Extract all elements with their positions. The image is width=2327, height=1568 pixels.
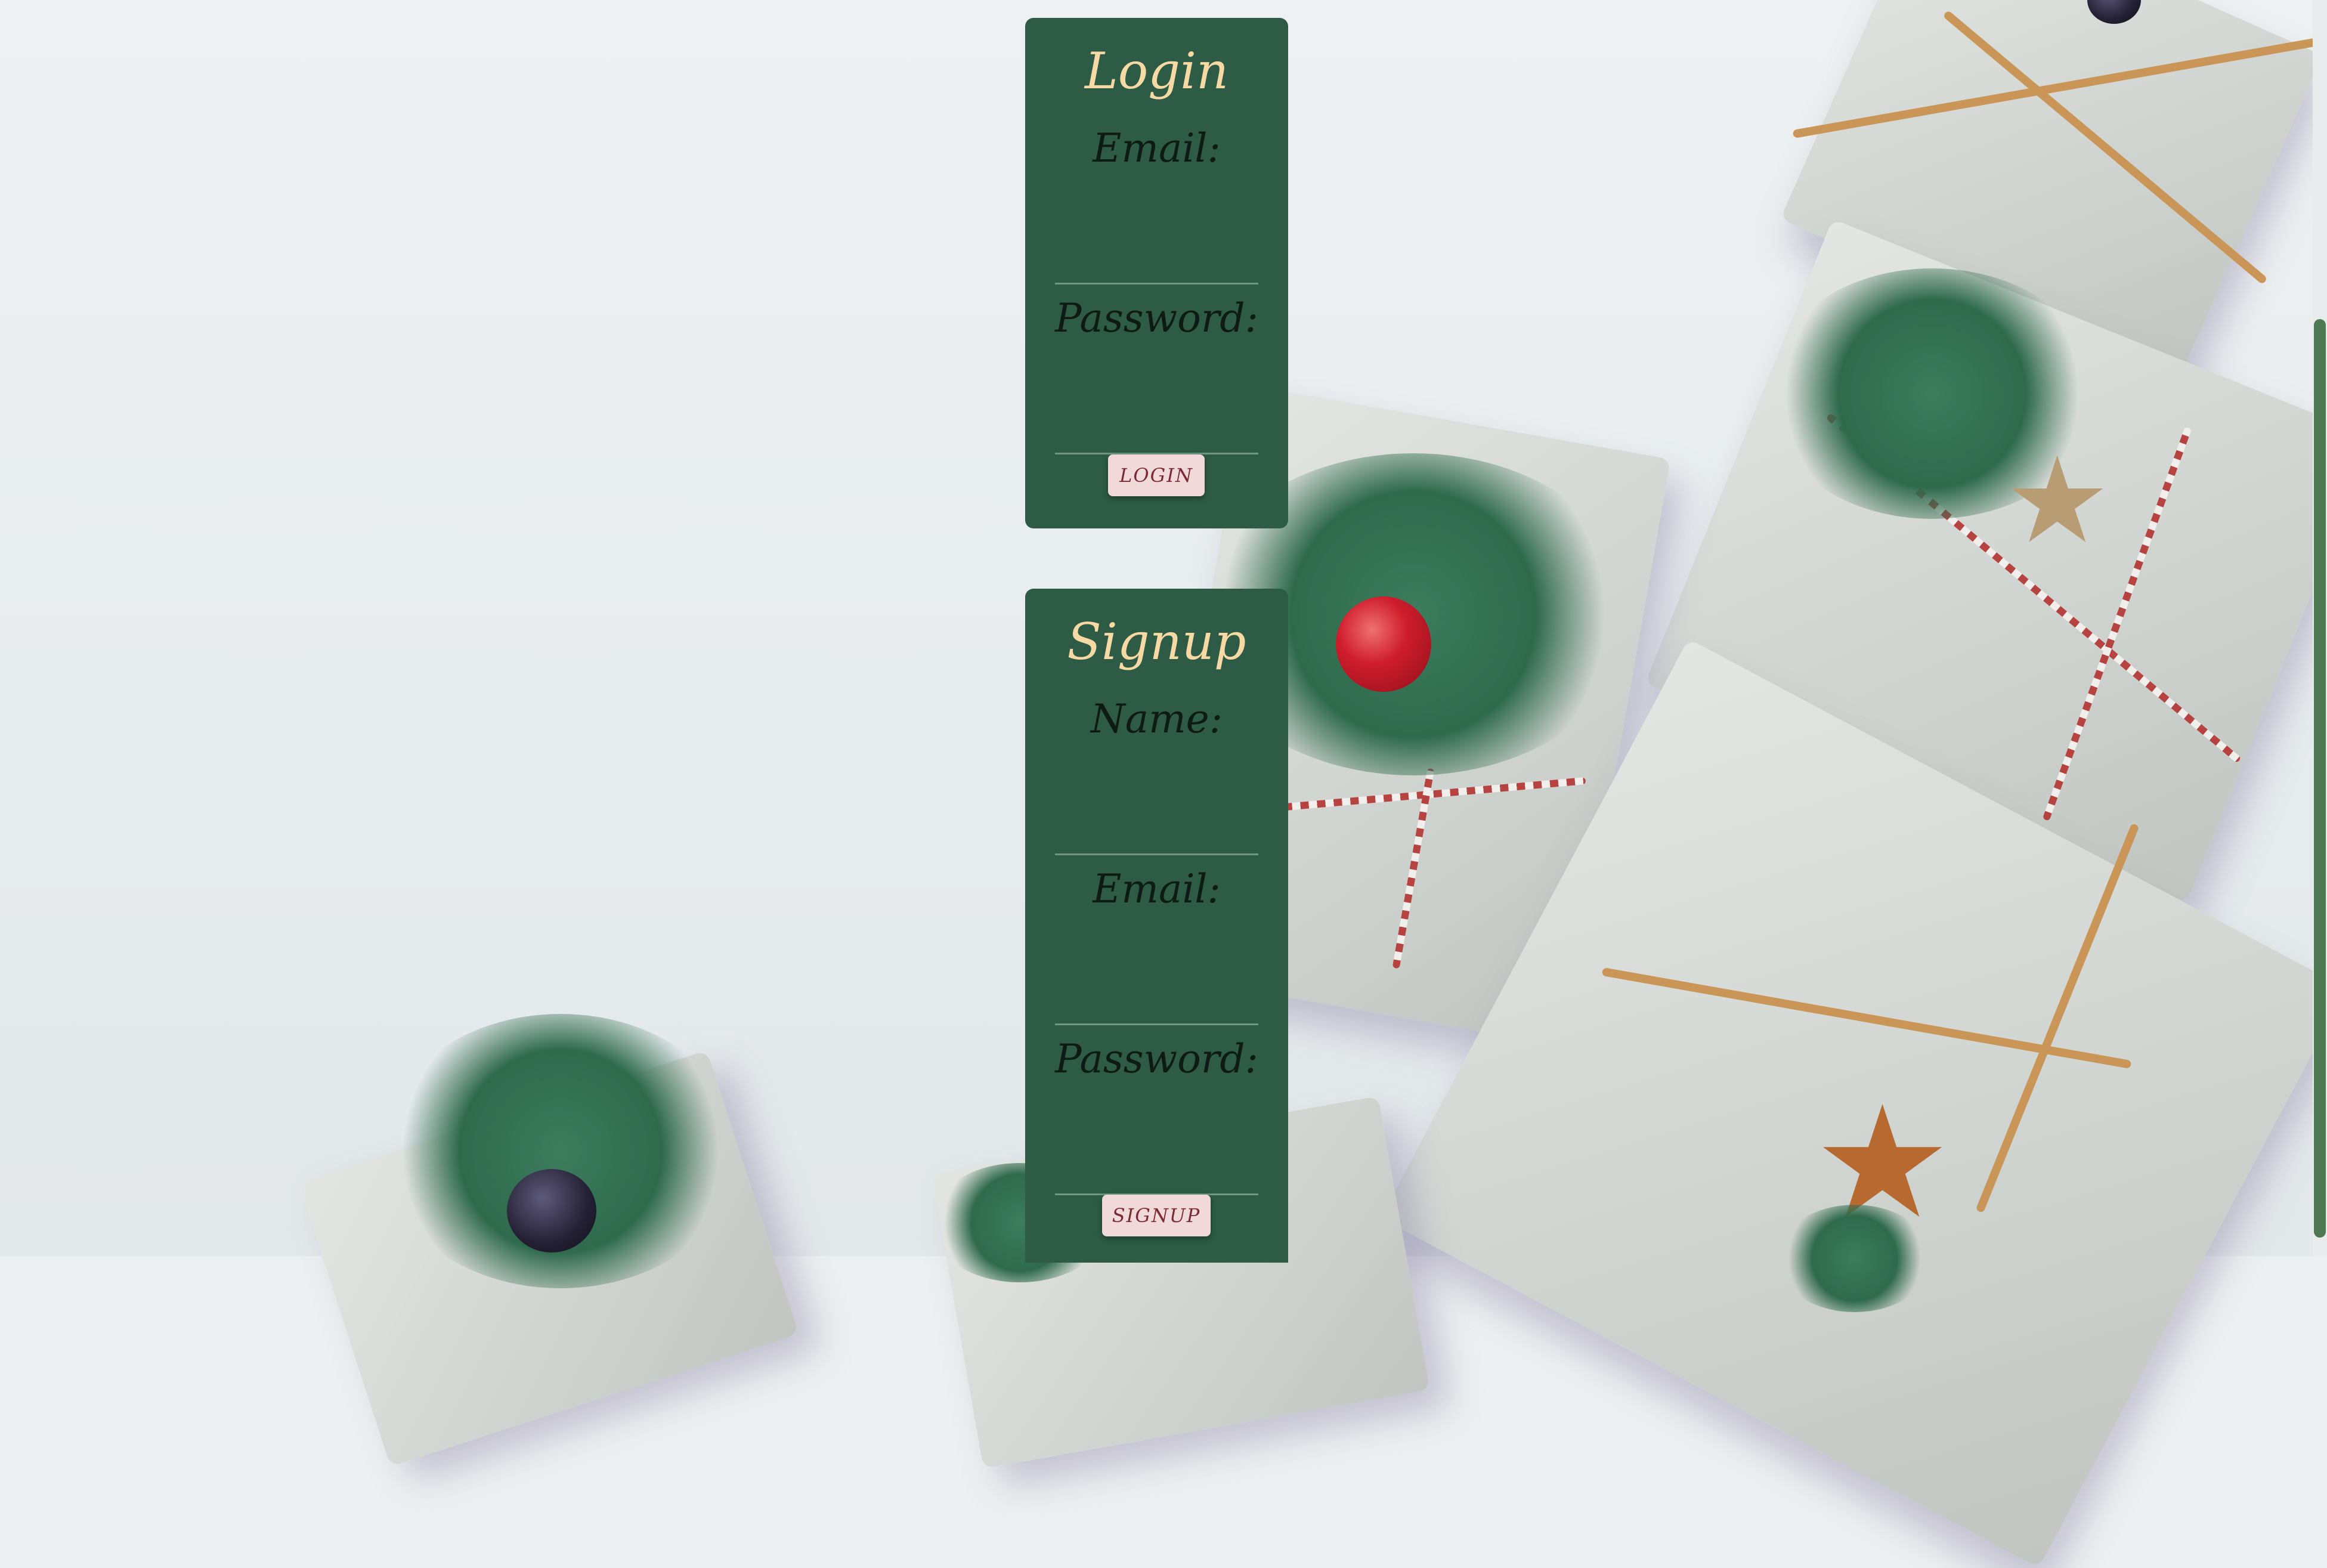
red-berry bbox=[1336, 596, 1431, 692]
login-button[interactable]: LOGIN bbox=[1108, 454, 1205, 496]
signup-button[interactable]: SIGNUP bbox=[1102, 1195, 1211, 1236]
signup-password-input[interactable] bbox=[1055, 1148, 1258, 1195]
login-password-label: Password: bbox=[1055, 295, 1258, 341]
signup-title: Signup bbox=[1067, 613, 1246, 671]
login-password-input[interactable] bbox=[1055, 407, 1258, 454]
signup-name-label: Name: bbox=[1091, 696, 1223, 742]
login-form: Login Email: Password: LOGIN bbox=[1025, 18, 1288, 528]
pine-branch bbox=[1777, 1205, 1932, 1312]
blackberry-decoration bbox=[507, 1169, 596, 1252]
signup-email-label: Email: bbox=[1093, 866, 1221, 912]
signup-password-label: Password: bbox=[1055, 1036, 1258, 1082]
wooden-star: ★ bbox=[2004, 431, 2111, 570]
login-title: Login bbox=[1084, 42, 1229, 100]
signup-name-input[interactable] bbox=[1055, 808, 1258, 855]
login-email-label: Email: bbox=[1093, 125, 1221, 171]
scrollbar-thumb[interactable] bbox=[2314, 319, 2326, 1238]
signup-email-input[interactable] bbox=[1055, 978, 1258, 1025]
signup-form: Signup Name: Email: Password: SIGNUP bbox=[1025, 589, 1288, 1263]
login-email-input[interactable] bbox=[1055, 237, 1258, 284]
